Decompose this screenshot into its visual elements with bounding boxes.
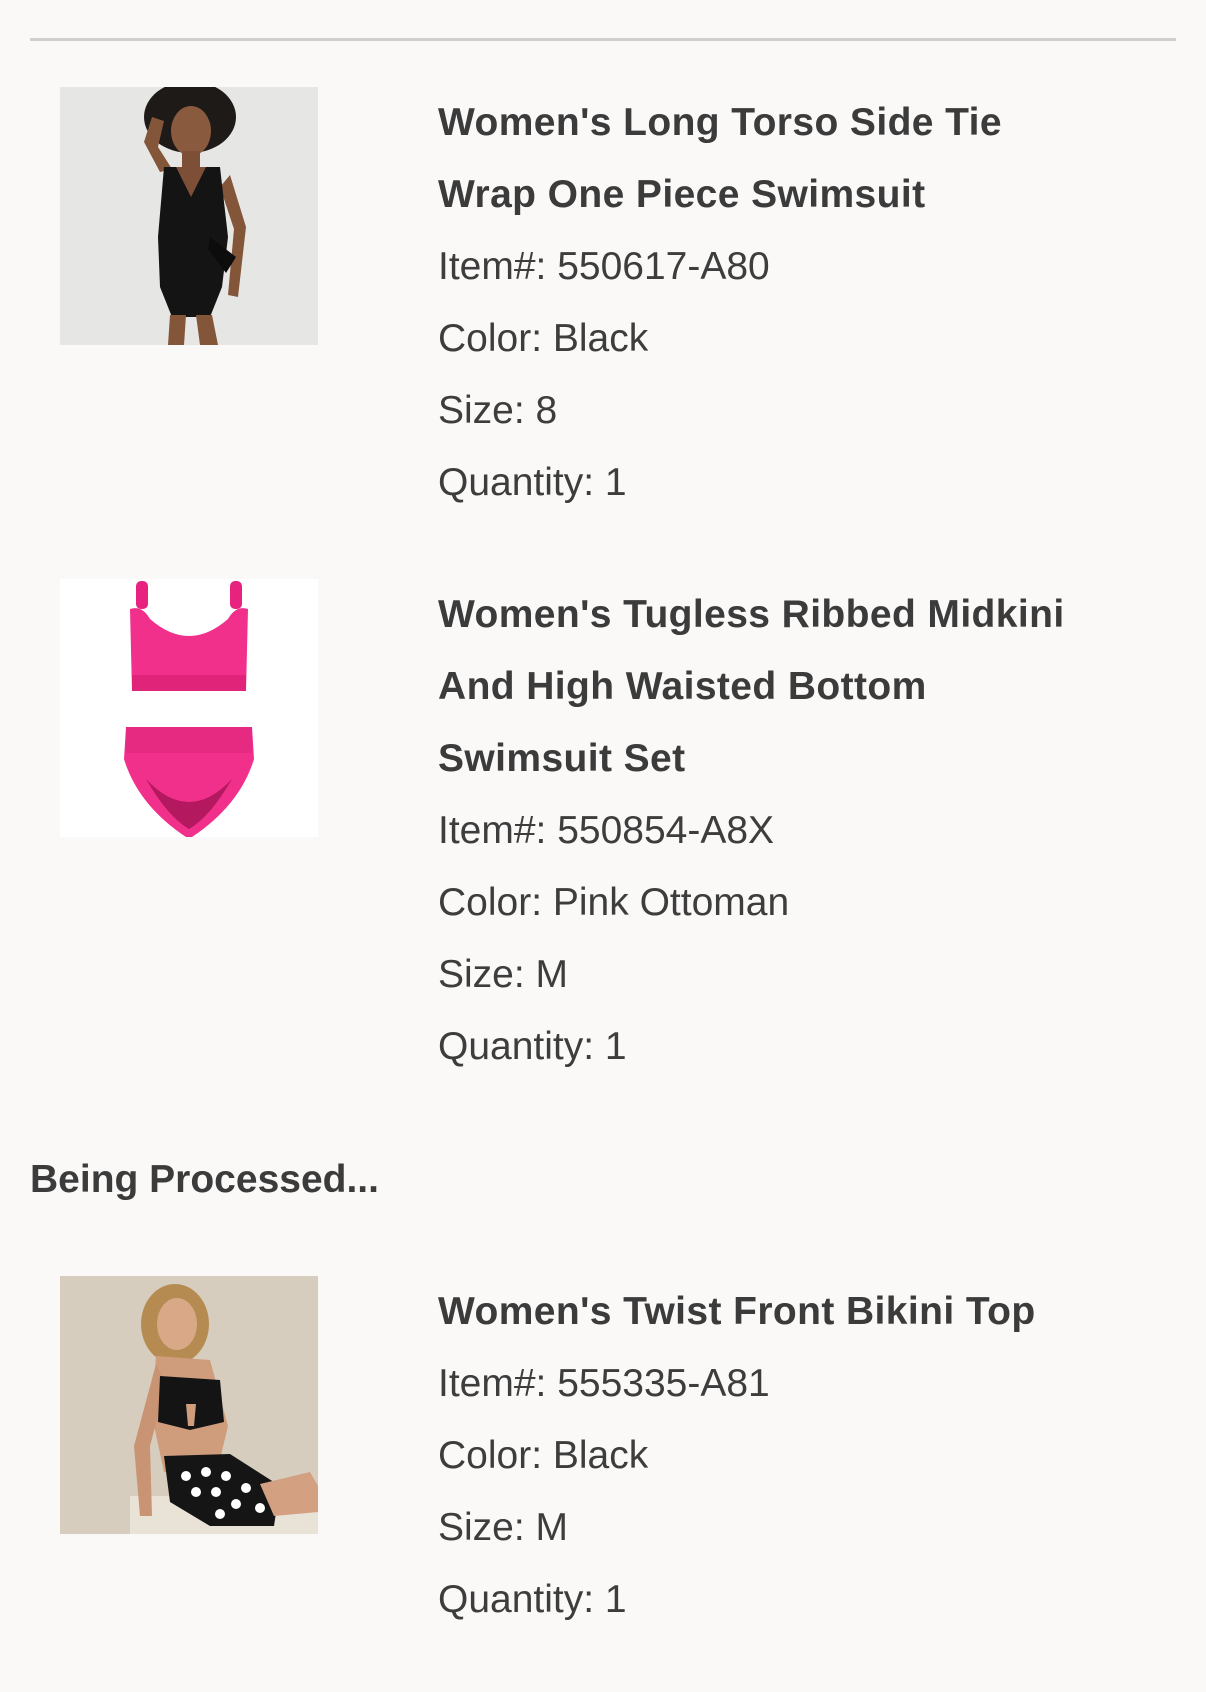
product-details: Women's Tugless Ribbed Midkini And High … xyxy=(438,579,1158,1083)
item-number: Item#: 550617-A80 xyxy=(438,245,770,288)
item-size: Size: M xyxy=(438,1506,569,1549)
product-title[interactable]: Swimsuit Set xyxy=(438,723,1158,795)
product-image-black-one-piece[interactable] xyxy=(60,87,318,345)
product-image-bikini-top[interactable] xyxy=(60,1276,318,1534)
item-quantity: Quantity: 1 xyxy=(438,461,627,504)
product-title[interactable]: Women's Long Torso Side Tie xyxy=(438,87,1158,159)
swimsuit-photo-icon xyxy=(60,1276,318,1534)
product-details: Women's Twist Front Bikini Top Item#: 55… xyxy=(438,1276,1158,1636)
product-title[interactable]: And High Waisted Bottom xyxy=(438,651,1158,723)
swimsuit-photo-icon xyxy=(60,579,318,837)
swimsuit-photo-icon xyxy=(60,87,318,345)
item-size: Size: 8 xyxy=(438,389,558,432)
item-number: Item#: 555335-A81 xyxy=(438,1362,770,1405)
product-title[interactable]: Women's Tugless Ribbed Midkini xyxy=(438,579,1158,651)
product-title[interactable]: Wrap One Piece Swimsuit xyxy=(438,159,1158,231)
item-color: Color: Black xyxy=(438,317,649,360)
item-number: Item#: 550854-A8X xyxy=(438,809,775,852)
item-size: Size: M xyxy=(438,953,569,996)
item-quantity: Quantity: 1 xyxy=(438,1025,627,1068)
item-quantity: Quantity: 1 xyxy=(438,1578,627,1621)
product-title[interactable]: Women's Twist Front Bikini Top xyxy=(438,1276,1158,1348)
product-details: Women's Long Torso Side Tie Wrap One Pie… xyxy=(438,87,1158,519)
item-color: Color: Pink Ottoman xyxy=(438,881,790,924)
being-processed-heading: Being Processed... xyxy=(30,1158,379,1201)
item-color: Color: Black xyxy=(438,1434,649,1477)
product-image-pink-set[interactable] xyxy=(60,579,318,837)
section-divider xyxy=(30,38,1176,41)
